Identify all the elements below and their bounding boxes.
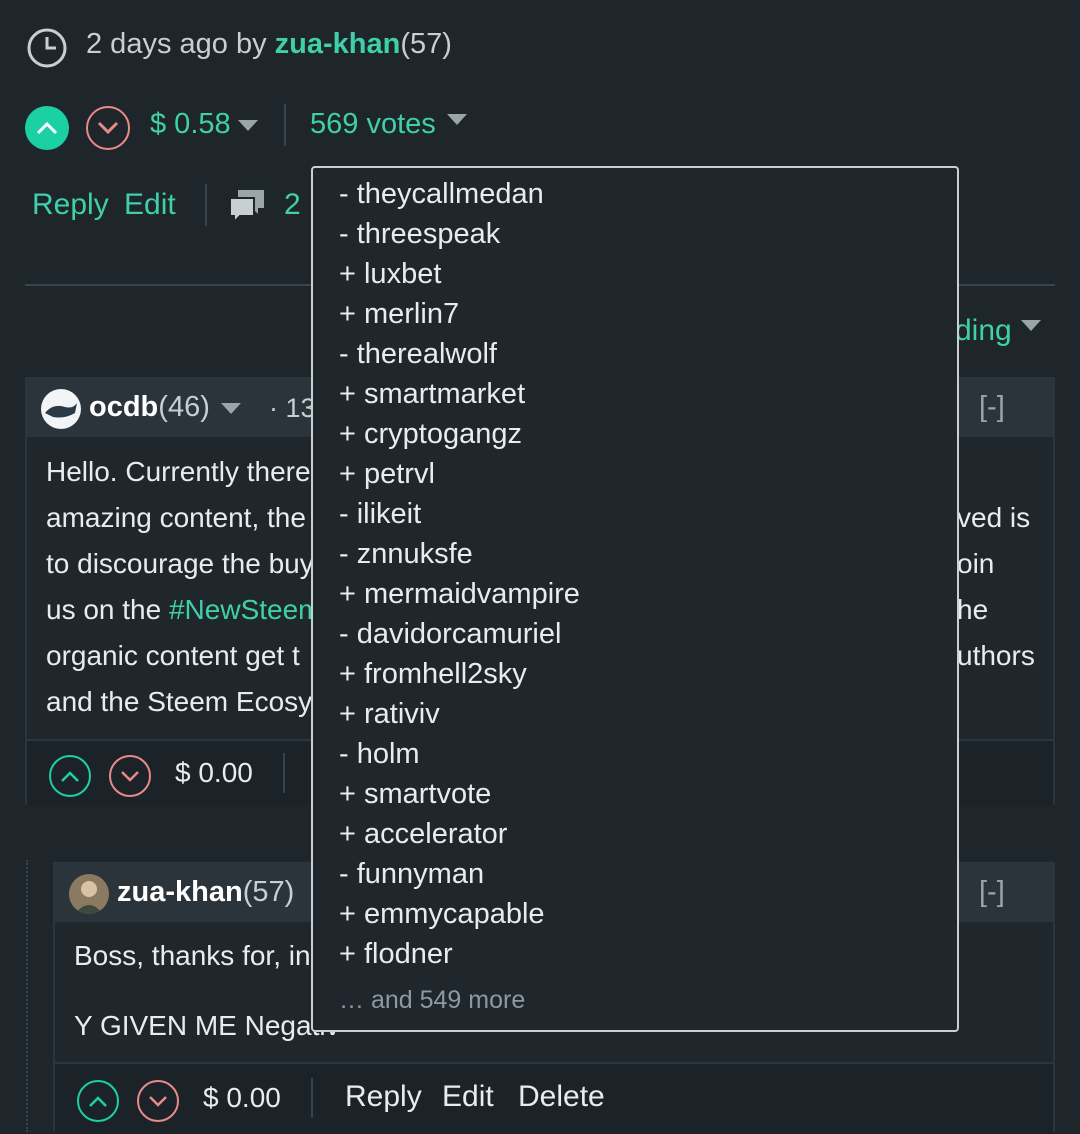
voter-item[interactable]: - ilikeit <box>339 498 421 531</box>
comment-line: and the Steem Ecosy <box>46 686 313 717</box>
comment-body-left: Hello. Currently there amazing content, … <box>46 449 322 725</box>
post-meta: 2 days ago by zua-khan(57) <box>86 28 452 61</box>
collapse-toggle[interactable]: [-] <box>979 876 1005 909</box>
comment-line: amazing content, the <box>46 502 306 533</box>
voter-item[interactable]: + cryptogangz <box>339 418 522 451</box>
upvote-button[interactable] <box>49 755 91 797</box>
comment-line: to discourage the buy <box>46 548 314 579</box>
comment-payout[interactable]: $ 0.00 <box>175 757 253 789</box>
voter-item[interactable]: + smartmarket <box>339 378 525 411</box>
comment-author-rep: (46) <box>158 391 210 423</box>
voter-item[interactable]: - funnyman <box>339 858 484 891</box>
voter-item[interactable]: - threespeak <box>339 218 500 251</box>
comment-author-rep: (57) <box>242 876 295 908</box>
upvote-button[interactable] <box>77 1080 119 1122</box>
comment-author-link[interactable]: ocdb <box>89 391 158 423</box>
comment-line: ved is <box>957 502 1031 533</box>
votes-count-button[interactable]: 569 votes <box>310 108 436 141</box>
chevron-up-icon <box>61 770 79 782</box>
comment-footer: $ 0.00 Reply Edit Delete <box>55 1062 1053 1134</box>
collapse-toggle[interactable]: [-] <box>979 391 1005 424</box>
post-reply-link[interactable]: Reply <box>32 188 109 222</box>
comment-reply-link[interactable]: Reply <box>345 1080 422 1114</box>
comment-line: oin <box>957 548 995 579</box>
voter-item[interactable]: + flodner <box>339 938 453 971</box>
post-edit-link[interactable]: Edit <box>124 188 176 222</box>
avatar[interactable] <box>41 389 81 429</box>
comment-line: uthors <box>957 640 1035 671</box>
comment-payout[interactable]: $ 0.00 <box>203 1082 281 1114</box>
comment-line: us on the <box>46 594 169 625</box>
author-menu-caret[interactable] <box>221 403 241 414</box>
user-avatar-icon <box>75 881 103 914</box>
comment-edit-link[interactable]: Edit <box>442 1080 494 1114</box>
comments-icon[interactable] <box>226 186 268 226</box>
voter-item[interactable]: + luxbet <box>339 258 441 291</box>
clock-icon <box>27 28 67 68</box>
voter-item[interactable]: + emmycapable <box>339 898 545 931</box>
comment-line: he <box>957 594 989 625</box>
whale-logo-icon <box>45 403 77 418</box>
comment-line: Boss, thanks for, in <box>74 940 311 971</box>
chevron-down-icon <box>149 1095 167 1107</box>
votes-dropdown: - theycallmedan - threespeak + luxbet + … <box>311 166 959 1032</box>
voter-item[interactable]: + rativiv <box>339 698 440 731</box>
chevron-up-icon <box>89 1095 107 1107</box>
voter-item[interactable]: + petrvl <box>339 458 435 491</box>
downvote-button[interactable] <box>137 1080 179 1122</box>
comment-line: organic content get t <box>46 640 300 671</box>
voter-item[interactable]: + mermaidvampire <box>339 578 580 611</box>
post-author-link[interactable]: zua-khan <box>275 28 401 60</box>
voter-item[interactable]: + accelerator <box>339 818 507 851</box>
votes-dropdown-caret[interactable] <box>447 114 467 125</box>
payout-dropdown-caret[interactable] <box>238 120 258 131</box>
downvote-button[interactable] <box>109 755 151 797</box>
hashtag-link[interactable]: #NewSteem <box>169 594 322 625</box>
comment-author-link[interactable]: zua-khan <box>117 876 243 908</box>
comment-time[interactable]: · 13 <box>269 393 316 424</box>
chevron-down-icon <box>121 770 139 782</box>
comment-body-right: ved is oin he uthors <box>957 495 1035 679</box>
avatar[interactable] <box>69 874 109 914</box>
comments-count[interactable]: 2 <box>284 188 301 222</box>
upvote-button[interactable] <box>25 106 69 150</box>
post-author-rep: (57) <box>400 28 452 60</box>
voter-item[interactable]: - davidorcamuriel <box>339 618 561 651</box>
voter-item[interactable]: + fromhell2sky <box>339 658 527 691</box>
time-ago: 2 days ago by <box>86 28 267 60</box>
comment-delete-link[interactable]: Delete <box>518 1080 605 1114</box>
voter-item[interactable]: - therealwolf <box>339 338 497 371</box>
voter-item[interactable]: - holm <box>339 738 420 771</box>
chevron-down-icon <box>97 121 119 135</box>
sort-dropdown-caret[interactable] <box>1021 320 1041 331</box>
sort-order-label[interactable]: ding <box>955 314 1012 348</box>
voter-item[interactable]: + smartvote <box>339 778 491 811</box>
comment-line: Y GIVEN ME Negativ <box>74 1010 340 1041</box>
voter-item[interactable]: + merlin7 <box>339 298 459 331</box>
downvote-button[interactable] <box>86 106 130 150</box>
post-payout[interactable]: $ 0.58 <box>150 108 231 141</box>
voter-item[interactable]: - theycallmedan <box>339 178 544 211</box>
chevron-up-icon <box>36 121 58 135</box>
more-voters-text: … and 549 more <box>339 986 526 1014</box>
voter-item[interactable]: - znnuksfe <box>339 538 473 571</box>
comment-line: Hello. Currently there <box>46 456 311 487</box>
